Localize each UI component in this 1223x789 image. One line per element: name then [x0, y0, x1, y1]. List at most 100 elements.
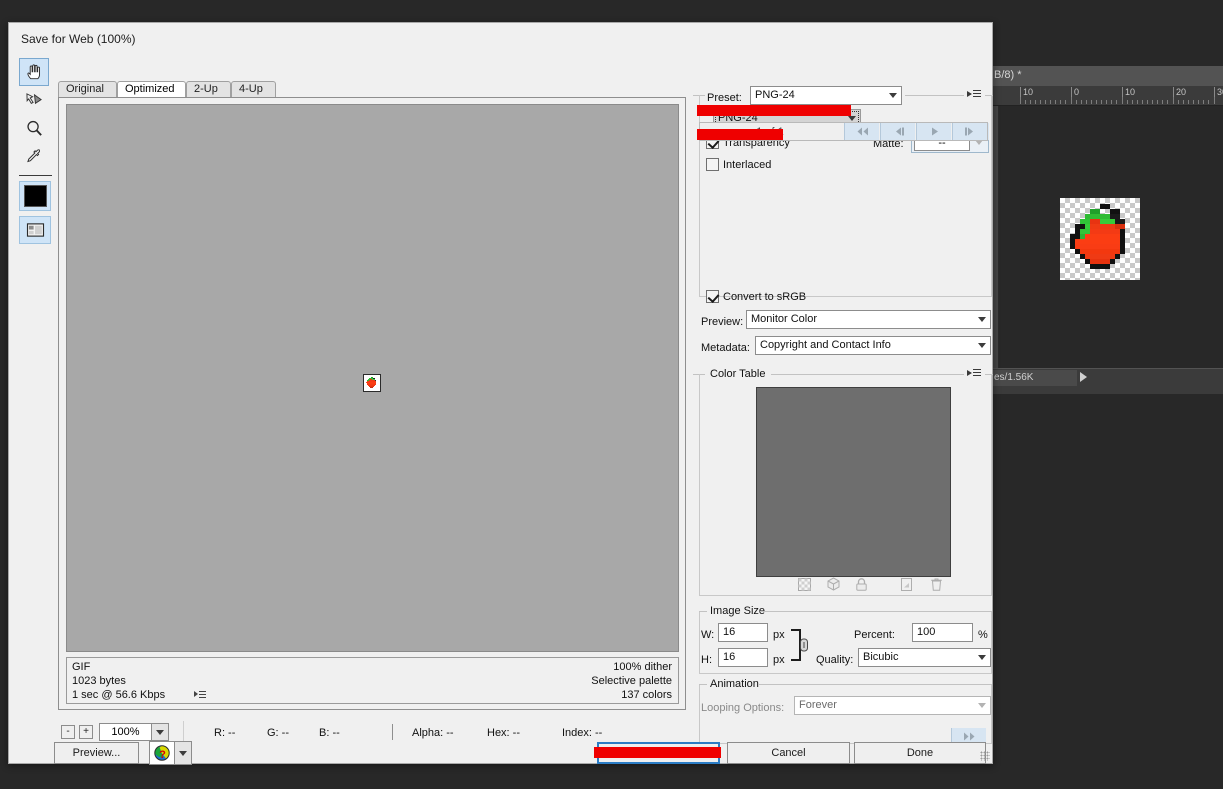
slice-select-icon: [25, 92, 42, 104]
color-table-group: [699, 374, 992, 596]
new-page-glyph: [901, 578, 912, 591]
preview-color-dropdown[interactable]: Monitor Color: [746, 310, 991, 329]
ruler-label: 10: [1122, 87, 1135, 98]
chevron-down-icon: [978, 655, 986, 660]
first-frame-icon: [857, 127, 868, 136]
info-speed: 1 sec @ 56.6 Kbps: [72, 689, 166, 701]
interlaced-checkbox[interactable]: [706, 158, 719, 171]
ruler-label: 20: [1173, 87, 1186, 98]
next-frame-icon: [964, 127, 973, 136]
document-tab-title: B/8) *: [992, 66, 1223, 86]
readout-r: R: --: [214, 727, 236, 739]
slice-select-tool[interactable]: [19, 86, 49, 114]
status-expand-arrow-icon[interactable]: [1080, 372, 1087, 382]
trash-glyph: [931, 578, 942, 591]
quality-dropdown[interactable]: Bicubic: [858, 648, 991, 667]
cube-glyph: [827, 577, 840, 591]
transparency-icon[interactable]: [796, 577, 813, 592]
percent-label: Percent:: [854, 629, 895, 641]
lock-glyph: [856, 578, 867, 591]
ruler-label: 0: [1071, 87, 1079, 98]
transparency-highlight: [697, 129, 783, 140]
web-shift-icon[interactable]: [825, 577, 842, 592]
download-speed-menu-icon[interactable]: [194, 690, 206, 699]
view-mode-tabs: Original Optimized 2-Up 4-Up: [58, 81, 686, 97]
lock-icon[interactable]: [853, 577, 870, 592]
cancel-button[interactable]: Cancel: [727, 742, 850, 764]
document-status-bar: es/1.56K: [992, 368, 1223, 386]
height-unit: px: [773, 654, 785, 666]
dialog-title: Save for Web (100%): [21, 32, 136, 46]
canvas-left-gutter: [992, 106, 999, 368]
first-frame-button: [844, 123, 879, 140]
previous-frame-button: [880, 123, 915, 140]
percent-input[interactable]: 100: [912, 623, 973, 642]
toolbox: [17, 58, 53, 244]
new-color-icon[interactable]: [898, 577, 915, 592]
dialog-footer: Preview... ? Save... Cancel Done: [9, 741, 994, 765]
width-input[interactable]: 16: [718, 623, 768, 642]
browser-preview-dropdown[interactable]: [175, 741, 192, 765]
looping-options-label: Looping Options:: [701, 702, 785, 714]
zoom-tool[interactable]: [19, 114, 49, 142]
zoom-out-button[interactable]: -: [61, 725, 75, 739]
readout-b: B: --: [319, 727, 340, 739]
horizontal-ruler: 10 0 10 20 30: [992, 86, 1223, 106]
chevron-down-icon: [179, 750, 187, 756]
quality-value: Bicubic: [863, 651, 899, 663]
preview-color-label: Preview:: [701, 316, 744, 328]
looping-options-dropdown: Forever: [794, 696, 991, 715]
metadata-dropdown[interactable]: Copyright and Contact Info: [755, 336, 991, 355]
readout-g: G: --: [267, 727, 289, 739]
metadata-label: Metadata:: [701, 342, 750, 354]
preview-color-value: Monitor Color: [751, 313, 818, 325]
height-input[interactable]: 16: [718, 648, 768, 667]
chevron-down-icon: [848, 116, 856, 121]
color-table-grid[interactable]: [756, 387, 951, 577]
foreground-color-swatch[interactable]: [19, 181, 51, 211]
chevron-down-icon: [978, 343, 986, 348]
info-filesize: 1023 bytes: [72, 675, 126, 687]
eyedropper-icon: [26, 148, 40, 162]
width-label: W:: [701, 629, 715, 641]
browser-preview-icon[interactable]: ?: [149, 741, 175, 765]
tab-original[interactable]: Original: [58, 81, 117, 97]
info-palette: Selective palette: [591, 675, 672, 687]
play-button: [916, 123, 951, 140]
ruler-label: 30: [1214, 87, 1223, 98]
zoom-in-button[interactable]: +: [79, 725, 93, 739]
zoom-level-field[interactable]: 100%: [99, 723, 152, 741]
swatch-fill: [23, 185, 47, 207]
zoom-level-dropdown[interactable]: [152, 723, 169, 741]
info-dither: 100% dither: [613, 661, 672, 673]
height-label: H:: [701, 654, 712, 666]
eyedropper-tool[interactable]: [19, 142, 49, 170]
delete-color-icon[interactable]: [928, 577, 945, 592]
last-frame-icon: [963, 732, 974, 741]
transparency-glyph: [798, 578, 811, 591]
toggle-slices-visibility[interactable]: [19, 216, 51, 244]
tab-optimized[interactable]: Optimized: [117, 81, 186, 97]
tab-2-up[interactable]: 2-Up: [186, 81, 231, 97]
chevron-down-icon: [978, 317, 986, 322]
toolbox-divider: [19, 175, 52, 176]
ruler-label: 10: [1020, 87, 1033, 98]
status-size-text: es/1.56K: [992, 370, 1077, 386]
hand-tool[interactable]: [19, 58, 49, 86]
preview-button[interactable]: Preview...: [54, 742, 139, 764]
optimized-preview-canvas[interactable]: [66, 104, 679, 652]
percent-unit: %: [978, 629, 988, 641]
magnifier-icon: [26, 120, 42, 136]
format-dropdown-highlight: [697, 105, 851, 116]
readout-index: Index: --: [562, 727, 603, 739]
slices-visibility-icon: [26, 223, 44, 237]
resize-grip[interactable]: [980, 751, 990, 761]
strawberry-artwork: [1070, 204, 1125, 269]
done-button[interactable]: Done: [854, 742, 986, 764]
quality-label: Quality:: [816, 654, 854, 666]
info-format: GIF: [72, 661, 91, 673]
constrain-proportions-link-icon[interactable]: [789, 624, 811, 666]
convert-to-srgb-checkbox[interactable]: [706, 290, 719, 303]
readout-hex: Hex: --: [487, 727, 520, 739]
tab-4-up[interactable]: 4-Up: [231, 81, 276, 97]
